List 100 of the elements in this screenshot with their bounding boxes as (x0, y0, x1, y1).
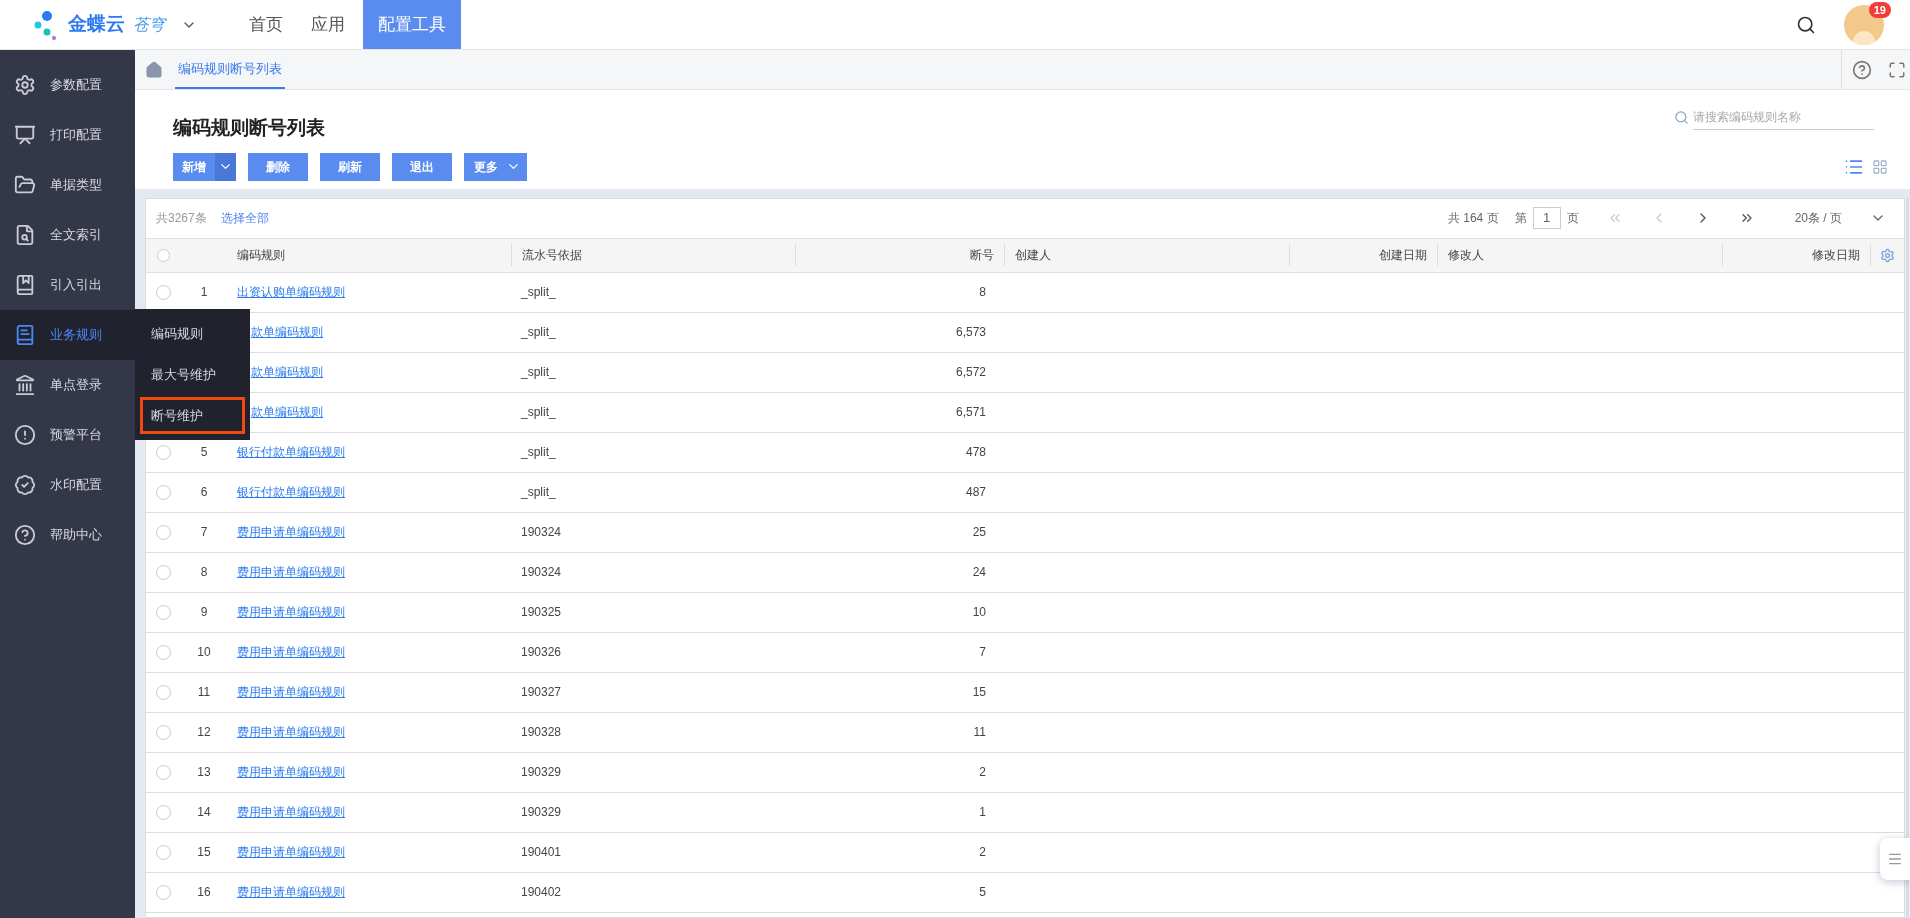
help-icon (14, 524, 36, 546)
row-radio[interactable] (156, 764, 171, 780)
settings-icon[interactable] (1880, 247, 1895, 263)
flyout-item[interactable]: 编码规则 (140, 315, 245, 352)
select-all-link[interactable]: 选择全部 (220, 209, 269, 227)
page-title: 编码规则断号列表 (173, 116, 325, 140)
badge-icon (14, 474, 36, 496)
rule-link[interactable]: 费用申请单编码规则 (237, 765, 345, 779)
table-cell: 190328 (521, 725, 562, 739)
rule-link[interactable]: 银行付款单编码规则 (237, 485, 345, 499)
search-field[interactable]: 请搜索编码规则名称 (1693, 104, 1874, 130)
rule-link[interactable]: 费用申请单编码规则 (237, 805, 345, 819)
table-cell: 6,572 (955, 365, 986, 379)
rule-link[interactable]: 款单编码规则 (251, 405, 323, 419)
table-cell: 190327 (521, 685, 562, 699)
monitor-icon (14, 124, 36, 146)
more-button[interactable]: 更多 (464, 152, 527, 181)
fullscreen-icon[interactable] (1888, 60, 1906, 79)
page-field[interactable]: 1 (1532, 207, 1561, 229)
row-number: 16 (197, 885, 211, 899)
table-cell: 190329 (521, 765, 562, 779)
row-radio[interactable] (156, 884, 171, 900)
row-radio[interactable] (156, 524, 171, 540)
building-icon (14, 374, 36, 396)
row-number: 8 (200, 565, 208, 579)
rule-link[interactable]: 费用申请单编码规则 (237, 565, 345, 579)
folder-icon (14, 174, 36, 196)
sidebar-item[interactable]: 单据类型 (0, 160, 135, 210)
table-cell: 6,571 (955, 405, 986, 419)
toolbar-button[interactable]: 删除 (248, 152, 308, 181)
row-radio[interactable] (156, 844, 171, 860)
table-cell: 15 (972, 685, 986, 699)
sidebar-item[interactable]: 打印配置 (0, 110, 135, 160)
sidebar-item[interactable]: 水印配置 (0, 460, 135, 510)
search-icon[interactable] (1796, 14, 1816, 35)
rule-link[interactable]: 费用申请单编码规则 (237, 725, 345, 739)
rule-link[interactable]: 费用申请单编码规则 (237, 605, 345, 619)
table-cell: 190402 (521, 885, 562, 899)
sidebar-item[interactable]: 全文索引 (0, 210, 135, 260)
sidebar-item[interactable]: 业务规则 (0, 310, 135, 360)
home-icon[interactable] (145, 60, 163, 79)
rule-link[interactable]: 款单编码规则 (251, 365, 323, 379)
rule-link[interactable]: 银行付款单编码规则 (237, 445, 345, 459)
rule-link[interactable]: 费用申请单编码规则 (237, 525, 345, 539)
row-radio[interactable] (156, 684, 171, 700)
flyout-item[interactable]: 最大号维护 (140, 356, 245, 393)
column-header: 修改日期 (1722, 244, 1870, 266)
table-cell: _split_ (521, 325, 556, 339)
add-button[interactable]: 新增 (173, 152, 215, 181)
table-cell: 25 (972, 525, 986, 539)
row-radio[interactable] (156, 484, 171, 500)
alert-icon (14, 424, 36, 446)
row-number: 13 (197, 765, 211, 779)
table-cell: _split_ (521, 485, 556, 499)
rule-link[interactable]: 费用申请单编码规则 (237, 685, 345, 699)
toolbar-button[interactable]: 刷新 (320, 152, 380, 181)
nav-tab[interactable]: 首页 (235, 0, 297, 49)
help-icon[interactable] (1852, 59, 1872, 80)
row-radio[interactable] (156, 604, 171, 620)
rule-link[interactable]: 费用申请单编码规则 (237, 885, 345, 899)
page-suffix: 页 (1566, 210, 1579, 227)
row-radio[interactable] (156, 724, 171, 740)
rule-link[interactable]: 款单编码规则 (251, 325, 323, 339)
select-all-radio[interactable] (157, 248, 170, 262)
row-number: 14 (197, 805, 211, 819)
notification-badge: 19 (1868, 1, 1891, 18)
row-radio[interactable] (156, 284, 171, 300)
table-cell: _split_ (521, 445, 556, 459)
book-icon (14, 324, 36, 346)
table-cell: 190401 (521, 845, 562, 859)
toolbar-button[interactable]: 退出 (392, 152, 452, 181)
rule-link[interactable]: 出资认购单编码规则 (237, 285, 345, 299)
row-radio[interactable] (156, 804, 171, 820)
row-number: 1 (200, 285, 208, 299)
row-radio[interactable] (156, 564, 171, 580)
sidebar-item[interactable]: 参数配置 (0, 60, 135, 110)
row-radio[interactable] (156, 644, 171, 660)
grid-view-icon[interactable] (1872, 158, 1888, 175)
row-number: 6 (200, 485, 208, 499)
table-cell: 7 (979, 645, 986, 659)
flyout-item[interactable]: 断号维护 (140, 397, 245, 434)
nav-tab[interactable]: 应用 (297, 0, 359, 49)
bookmark-book-icon (14, 274, 36, 296)
row-radio[interactable] (156, 444, 171, 460)
rule-link[interactable]: 费用申请单编码规则 (237, 645, 345, 659)
add-dropdown-button[interactable] (215, 152, 236, 181)
table-cell: 24 (972, 565, 986, 579)
avatar[interactable] (1844, 4, 1884, 45)
table-cell: 8 (979, 285, 986, 299)
sidebar-item[interactable]: 引入引出 (0, 260, 135, 310)
sidebar-item[interactable]: 预警平台 (0, 410, 135, 460)
sidebar-item[interactable]: 单点登录 (0, 360, 135, 410)
rule-link[interactable]: 费用申请单编码规则 (237, 845, 345, 859)
table-cell: 6,573 (955, 325, 986, 339)
nav-tab[interactable]: 配置工具 (363, 0, 461, 49)
sidebar-item[interactable]: 帮助中心 (0, 510, 135, 560)
column-header: 编码规则 (236, 247, 286, 264)
floating-menu-button[interactable] (1880, 838, 1910, 880)
page-size[interactable]: 20条 / 页 (1794, 209, 1842, 227)
row-number: 11 (197, 685, 211, 699)
